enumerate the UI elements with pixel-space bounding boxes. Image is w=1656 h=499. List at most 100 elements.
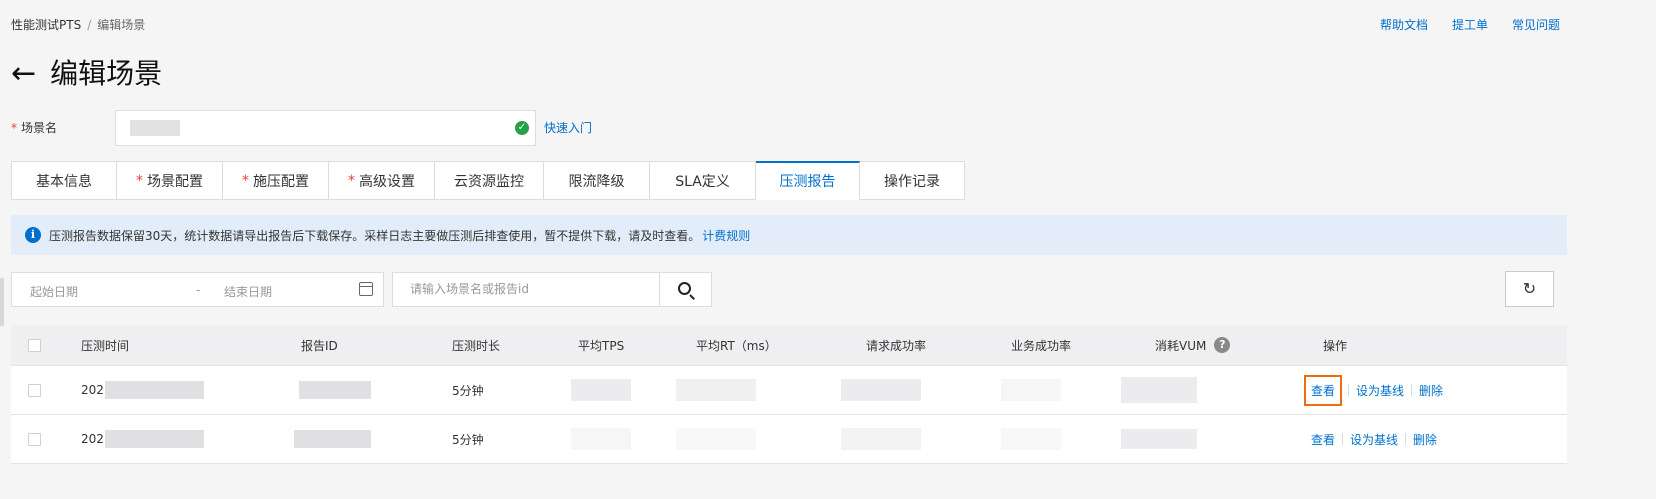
table-header: 压测时间 报告ID 压测时长 平均TPS 平均RT（ms） 请求成功率 业务成功… xyxy=(11,325,1567,366)
row-checkbox[interactable] xyxy=(28,383,41,397)
table-row: 202 5分钟 查看 设为基线 删除 xyxy=(11,366,1567,415)
redacted-time xyxy=(104,381,204,399)
cell-vum xyxy=(1121,415,1197,463)
tab-label: 施压配置 xyxy=(253,173,309,190)
required-mark: * xyxy=(136,172,143,189)
cell-report-id xyxy=(294,415,371,463)
submit-ticket-link[interactable]: 提工单 xyxy=(1452,16,1488,33)
set-baseline-button[interactable]: 设为基线 xyxy=(1356,382,1404,399)
header-duration: 压测时长 xyxy=(452,338,501,353)
redacted-time xyxy=(104,430,204,448)
header-request-success: 请求成功率 xyxy=(866,338,927,353)
tab-bar: 基本信息 * 场景配置 * 施压配置 * 高级设置 云资源监控 限流降级 SLA定义 … xyxy=(11,161,965,200)
tab-operation-log[interactable]: 操作记录 xyxy=(860,161,965,200)
report-table: 压测时间 报告ID 压测时长 平均TPS 平均RT（ms） 请求成功率 业务成功… xyxy=(11,325,1567,464)
tab-label: 高级设置 xyxy=(359,173,415,190)
action-divider xyxy=(1411,384,1413,396)
header-avg-tps: 平均TPS xyxy=(578,338,625,353)
delete-button[interactable]: 删除 xyxy=(1419,382,1443,399)
cell-avg-tps xyxy=(571,415,631,463)
scene-name-label-text: 场景名 xyxy=(21,121,58,135)
info-icon: i xyxy=(25,227,41,243)
breadcrumb-root[interactable]: 性能测试PTS xyxy=(11,18,81,32)
scene-name-input[interactable]: ✓ xyxy=(115,110,536,146)
cell-avg-rt xyxy=(676,366,756,414)
row-checkbox-cell xyxy=(28,366,41,414)
cell-avg-tps xyxy=(571,366,631,414)
tab-label: 限流降级 xyxy=(568,173,625,190)
action-divider xyxy=(1405,433,1407,445)
date-range-dash: - xyxy=(196,283,201,297)
help-docs-link[interactable]: 帮助文档 xyxy=(1380,16,1428,33)
scene-name-label: * 场景名 xyxy=(11,119,57,136)
faq-link[interactable]: 常见问题 xyxy=(1512,16,1560,33)
tab-label: 云资源监控 xyxy=(454,173,524,190)
row-checkbox[interactable] xyxy=(28,432,41,446)
calendar-icon[interactable] xyxy=(359,282,373,296)
redacted-report-id xyxy=(294,430,371,448)
info-notice: i 压测报告数据保留30天，统计数据请导出报告后下载保存。采样日志主要做压测后排… xyxy=(11,215,1567,255)
time-prefix: 202 xyxy=(81,432,104,446)
tab-label: 操作记录 xyxy=(884,173,940,190)
table-row: 202 5分钟 查看 设为基线 删除 xyxy=(11,415,1567,464)
check-circle-icon: ✓ xyxy=(515,121,529,135)
select-all-cell xyxy=(28,325,41,365)
tab-label: 压测报告 xyxy=(779,174,836,190)
title-row: ← 编辑场景 xyxy=(11,54,162,94)
time-prefix: 202 xyxy=(81,383,104,397)
tab-label: 基本信息 xyxy=(36,173,92,190)
notice-text: 压测报告数据保留30天，统计数据请导出报告后下载保存。采样日志主要做压测后排查使… xyxy=(49,228,701,243)
end-date-input[interactable]: 结束日期 xyxy=(224,283,272,300)
tab-advanced-settings[interactable]: * 高级设置 xyxy=(329,161,435,200)
cell-request-success xyxy=(841,366,921,414)
help-icon[interactable]: ? xyxy=(1214,337,1231,353)
tab-label: SLA定义 xyxy=(675,173,730,190)
date-range-picker[interactable]: 起始日期 - 结束日期 xyxy=(11,272,384,307)
quick-start-link[interactable]: 快速入门 xyxy=(544,119,592,136)
tab-load-report[interactable]: 压测报告 xyxy=(756,161,860,200)
page-title: 编辑场景 xyxy=(50,57,163,90)
view-report-button[interactable]: 查看 xyxy=(1304,374,1343,406)
tab-sla[interactable]: SLA定义 xyxy=(650,161,756,200)
cell-report-id xyxy=(299,366,371,414)
redacted-business-success xyxy=(1001,379,1061,401)
view-report-button[interactable]: 查看 xyxy=(1311,431,1335,448)
tab-load-config[interactable]: * 施压配置 xyxy=(223,161,329,200)
required-mark: * xyxy=(242,172,249,189)
search-icon xyxy=(678,282,691,295)
cell-time: 202 xyxy=(81,415,204,463)
search-button[interactable] xyxy=(659,272,712,307)
set-baseline-button[interactable]: 设为基线 xyxy=(1350,431,1398,448)
header-report-id: 报告ID xyxy=(301,338,338,353)
cell-actions: 查看 设为基线 删除 xyxy=(1311,415,1437,463)
cell-business-success xyxy=(1001,366,1061,414)
delete-button[interactable]: 删除 xyxy=(1413,431,1437,448)
select-all-checkbox[interactable] xyxy=(28,338,41,352)
redacted-vum xyxy=(1121,429,1197,449)
back-arrow-icon[interactable]: ← xyxy=(11,54,36,94)
tab-rate-limit[interactable]: 限流降级 xyxy=(544,161,650,200)
header-actions: 操作 xyxy=(1323,338,1348,353)
redacted-request-success xyxy=(841,379,921,401)
tab-label: 场景配置 xyxy=(147,173,203,190)
billing-rules-link[interactable]: 计费规则 xyxy=(702,227,750,244)
scene-name-redacted-value xyxy=(130,120,180,136)
redacted-vum xyxy=(1121,377,1197,403)
breadcrumb-current: 编辑场景 xyxy=(97,18,146,32)
refresh-button[interactable]: ↻ xyxy=(1505,271,1554,307)
cell-avg-rt xyxy=(676,415,756,463)
redacted-avg-rt xyxy=(676,379,756,401)
tab-cloud-monitor[interactable]: 云资源监控 xyxy=(435,161,544,200)
breadcrumb-separator: / xyxy=(87,18,92,32)
action-divider xyxy=(1342,433,1344,445)
redacted-avg-rt xyxy=(676,428,756,450)
cell-request-success xyxy=(841,415,921,463)
start-date-input[interactable]: 起始日期 xyxy=(30,283,78,300)
left-edge-handle xyxy=(0,278,4,326)
redacted-business-success xyxy=(1001,428,1061,450)
redacted-avg-tps xyxy=(571,379,631,401)
tab-basic-info[interactable]: 基本信息 xyxy=(11,161,117,200)
cell-business-success xyxy=(1001,415,1061,463)
search-input[interactable]: 请输入场景名或报告id xyxy=(392,272,659,307)
tab-scene-config[interactable]: * 场景配置 xyxy=(117,161,223,200)
